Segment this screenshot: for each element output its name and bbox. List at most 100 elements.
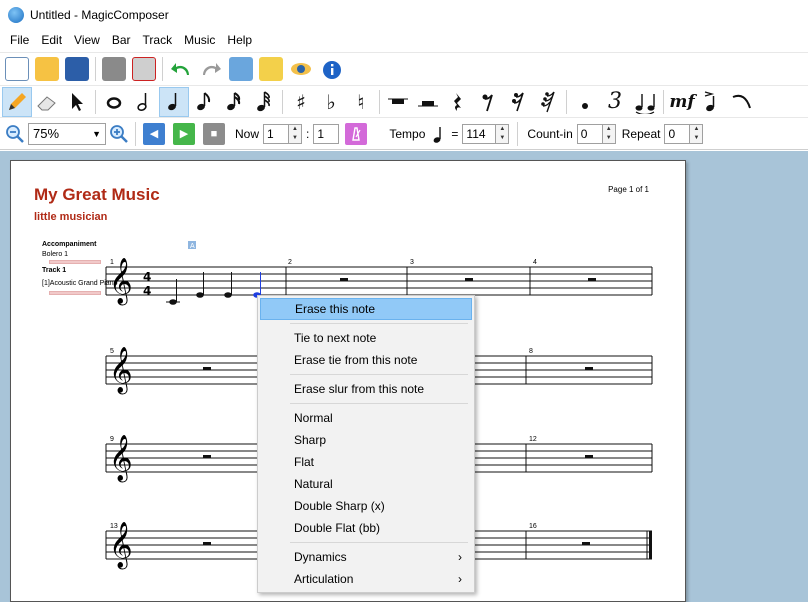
flat-button[interactable]: ♭ <box>316 87 346 117</box>
undo-button[interactable] <box>166 54 196 84</box>
undo-icon <box>171 63 189 75</box>
tie-icon <box>635 93 655 114</box>
separator <box>517 121 519 146</box>
repeat-arrows[interactable]: ▲ ▼ <box>690 123 704 144</box>
menu-file[interactable]: File <box>4 30 35 51</box>
music-settings-icon <box>229 57 253 81</box>
half-rest-button[interactable] <box>413 87 443 117</box>
eraser-tool-button[interactable] <box>32 87 62 117</box>
about-button[interactable] <box>316 54 346 84</box>
stop-button[interactable]: ■ <box>203 122 225 145</box>
menu-sharp[interactable]: Sharp <box>260 429 472 451</box>
note-e4[interactable] <box>196 292 204 298</box>
menu-articulation[interactable]: Articulation › <box>260 568 472 590</box>
menu-double-sharp[interactable]: Double Sharp (x) <box>260 495 472 517</box>
eighth-note-button[interactable] <box>189 87 219 117</box>
menu-normal[interactable]: Normal <box>260 407 472 429</box>
menu-flat[interactable]: Flat <box>260 451 472 473</box>
sixteenth-rest-button[interactable] <box>503 87 533 117</box>
music-settings-button[interactable] <box>226 54 256 84</box>
whole-rest[interactable] <box>585 455 593 458</box>
zoom-out-button[interactable] <box>2 119 28 149</box>
now-beat-field[interactable]: 1 <box>313 123 340 144</box>
tempo-arrows[interactable]: ▲ ▼ <box>496 123 510 144</box>
natural-icon: ♮ <box>357 89 365 114</box>
whole-rest[interactable] <box>203 455 211 458</box>
sixteenth-note-button[interactable] <box>219 87 249 117</box>
rehearsal-marker: A <box>190 243 195 250</box>
note-toolbar: ♯ ♭ ♮ 3 mf <box>0 85 808 117</box>
thirty-second-rest-button[interactable] <box>533 87 563 117</box>
save-button[interactable] <box>62 54 92 84</box>
dynamics-button[interactable]: mf <box>667 87 697 117</box>
pencil-tool-button[interactable] <box>2 86 32 117</box>
menu-bar-menu[interactable]: Bar <box>106 30 137 51</box>
zoom-in-button[interactable] <box>106 119 132 149</box>
whole-rest-button[interactable] <box>383 87 413 117</box>
bar-number: 16 <box>529 523 537 530</box>
select-tool-button[interactable] <box>62 87 92 117</box>
repeat-field[interactable]: 0 <box>664 123 691 144</box>
menu-track[interactable]: Track <box>137 30 179 51</box>
now-bar-stepper[interactable]: 1 ▲ ▼ <box>263 123 303 144</box>
note-c4[interactable] <box>169 299 177 305</box>
whole-rest[interactable] <box>465 278 473 281</box>
metronome-button[interactable] <box>345 122 368 145</box>
menu-dynamics[interactable]: Dynamics › <box>260 546 472 568</box>
slur-button[interactable] <box>727 87 757 117</box>
whole-rest[interactable] <box>582 542 590 545</box>
menu-erase-tie[interactable]: Erase tie from this note <box>260 349 472 371</box>
whole-rest[interactable] <box>203 367 211 370</box>
print-button[interactable] <box>99 54 129 84</box>
rewind-button[interactable]: ◀ <box>143 122 165 145</box>
menu-edit[interactable]: Edit <box>35 30 68 51</box>
whole-rest[interactable] <box>203 542 211 545</box>
menu-double-flat[interactable]: Double Flat (bb) <box>260 517 472 539</box>
eighth-note-icon <box>197 91 211 110</box>
tie-button[interactable] <box>630 87 660 117</box>
now-beat-value: 1 <box>313 123 340 144</box>
menu-music[interactable]: Music <box>178 30 221 51</box>
half-note-button[interactable] <box>129 87 159 117</box>
menu-separator <box>290 403 468 404</box>
quarter-rest-button[interactable] <box>443 87 473 117</box>
accent-button[interactable] <box>697 87 727 117</box>
now-bar-arrows[interactable]: ▲ ▼ <box>289 123 303 144</box>
whole-rest[interactable] <box>340 278 348 281</box>
menu-view[interactable]: View <box>68 30 106 51</box>
repeat-stepper[interactable]: 0 ▲ ▼ <box>664 123 704 144</box>
print-preview-button[interactable] <box>129 54 159 84</box>
quarter-note-button[interactable] <box>159 86 189 117</box>
menu-erase-slur[interactable]: Erase slur from this note <box>260 378 472 400</box>
natural-button[interactable]: ♮ <box>346 87 376 117</box>
note-e4[interactable] <box>224 292 232 298</box>
redo-button[interactable] <box>196 54 226 84</box>
sharp-button[interactable]: ♯ <box>286 87 316 117</box>
tempo-stepper[interactable]: 114 ▲ ▼ <box>462 123 510 144</box>
view-button[interactable] <box>286 54 316 84</box>
now-bar-field[interactable]: 1 <box>263 123 290 144</box>
score-properties-button[interactable] <box>256 54 286 84</box>
whole-rest[interactable] <box>585 367 593 370</box>
menu-help[interactable]: Help <box>221 30 258 51</box>
menu-natural[interactable]: Natural <box>260 473 472 495</box>
thirty-second-note-button[interactable] <box>249 87 279 117</box>
countin-arrows[interactable]: ▲ ▼ <box>602 123 616 144</box>
whole-note-button[interactable] <box>99 87 129 117</box>
dot-button[interactable] <box>570 87 600 117</box>
whole-rest[interactable] <box>588 278 596 281</box>
up-arrow-icon: ▲ <box>292 125 298 132</box>
triplet-button[interactable]: 3 <box>600 87 630 117</box>
tempo-label: Tempo <box>389 126 426 141</box>
eighth-rest-button[interactable] <box>473 87 503 117</box>
countin-field[interactable]: 0 <box>576 123 603 144</box>
open-file-button[interactable] <box>32 54 62 84</box>
tempo-field[interactable]: 114 <box>462 123 497 144</box>
down-arrow-icon: ▼ <box>693 134 700 141</box>
countin-stepper[interactable]: 0 ▲ ▼ <box>576 123 616 144</box>
menu-erase-note[interactable]: Erase this note <box>260 298 472 320</box>
zoom-select[interactable]: 75% ▼ <box>28 122 106 145</box>
play-button[interactable]: ▶ <box>173 122 195 145</box>
menu-tie-next[interactable]: Tie to next note <box>260 327 472 349</box>
new-file-button[interactable] <box>2 54 32 84</box>
